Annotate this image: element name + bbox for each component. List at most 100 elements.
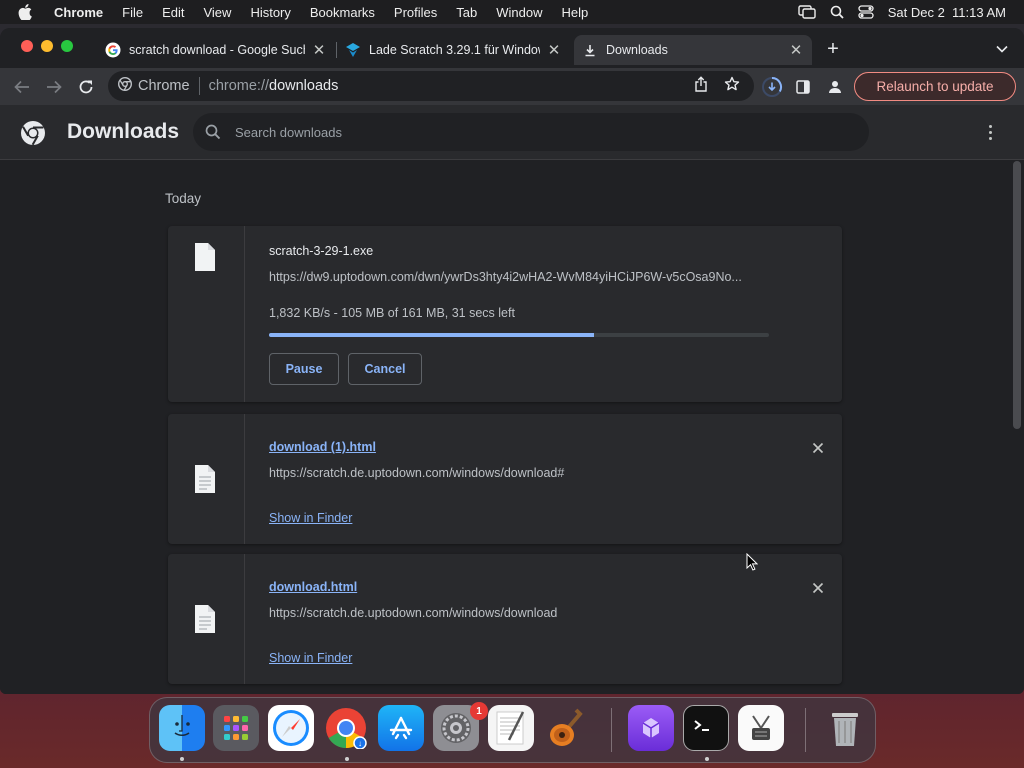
menu-bookmarks[interactable]: Bookmarks (310, 5, 375, 20)
menu-help[interactable]: Help (562, 5, 589, 20)
remove-item-close-icon[interactable] (812, 441, 826, 455)
tab-google-search[interactable]: scratch download - Google Suche ✕ (97, 35, 335, 65)
dock: ↓ 1 (149, 697, 876, 763)
menu-file[interactable]: File (122, 5, 143, 20)
tab-uptodown[interactable]: Lade Scratch 3.29.1 für Windows ✕ (337, 35, 570, 65)
menu-view[interactable]: View (203, 5, 231, 20)
file-url[interactable]: https://scratch.de.uptodown.com/windows/… (269, 606, 769, 620)
scrollbar-thumb[interactable] (1013, 161, 1021, 429)
close-tab-icon[interactable]: ✕ (311, 41, 327, 59)
pause-button[interactable]: Pause (269, 353, 339, 385)
uptodown-icon (345, 42, 361, 58)
close-tab-icon[interactable]: ✕ (546, 41, 562, 59)
running-indicator (345, 757, 349, 761)
tab-search-chevron-icon[interactable] (990, 37, 1014, 61)
screen-mirroring-icon[interactable] (798, 5, 816, 19)
menu-window[interactable]: Window (496, 5, 542, 20)
svg-text:↓: ↓ (358, 739, 362, 748)
bookmark-star-icon[interactable] (724, 76, 740, 96)
omnibox-divider (198, 77, 200, 95)
show-in-finder-link[interactable]: Show in Finder (269, 651, 352, 665)
menu-profiles[interactable]: Profiles (394, 5, 437, 20)
window-controls (21, 40, 73, 52)
tab-strip: scratch download - Google Suche ✕ Lade S… (0, 28, 1024, 68)
archive-utility-icon[interactable] (738, 705, 784, 751)
dock-divider (805, 708, 806, 752)
html-file-icon (193, 464, 217, 499)
terminal-icon[interactable] (683, 705, 729, 751)
downloads-header: Downloads (0, 105, 1024, 160)
menubar-clock[interactable]: Sat Dec 2 11:13 AM (888, 5, 1006, 20)
downloads-list[interactable]: Today scratch-3-29-1.exe https://dw9.upt… (0, 160, 1024, 694)
file-url[interactable]: https://scratch.de.uptodown.com/windows/… (269, 466, 769, 480)
chrome-icon (117, 76, 133, 95)
file-icon (193, 242, 217, 277)
download-icon (582, 42, 598, 58)
running-indicator (705, 757, 709, 761)
running-indicator (180, 757, 184, 761)
tab-downloads[interactable]: Downloads ✕ (574, 35, 812, 65)
show-in-finder-link[interactable]: Show in Finder (269, 511, 352, 525)
toolbar: Chrome chrome://downloads Relaunch to up… (0, 68, 1024, 105)
forward-arrow-icon[interactable] (41, 74, 67, 100)
close-tab-icon[interactable]: ✕ (788, 41, 804, 59)
file-name-link[interactable]: download.html (269, 580, 357, 594)
share-icon[interactable] (694, 76, 708, 96)
menu-edit[interactable]: Edit (162, 5, 184, 20)
file-name-link[interactable]: download (1).html (269, 440, 376, 454)
chrome-icon[interactable]: ↓ (323, 705, 369, 751)
tab-label: scratch download - Google Suche (129, 43, 305, 57)
profile-avatar-icon[interactable] (822, 74, 848, 100)
search-icon (205, 124, 221, 140)
chrome-menu-icon[interactable] (1005, 74, 1019, 100)
url-host: downloads (269, 78, 339, 94)
html-file-icon (193, 604, 217, 639)
site-chip[interactable]: Chrome (117, 76, 190, 95)
more-options-icon[interactable] (980, 122, 1000, 142)
file-url[interactable]: https://dw9.uptodown.com/dwn/ywrDs3hty4i… (269, 270, 769, 284)
minimize-window-button[interactable] (41, 40, 53, 52)
spotlight-search-icon[interactable] (830, 5, 844, 19)
mouse-pointer-icon (746, 552, 759, 576)
download-progress-bar (269, 333, 769, 337)
side-panel-icon[interactable] (790, 74, 816, 100)
site-chip-label: Chrome (138, 78, 190, 94)
podcast-capture-icon[interactable] (628, 705, 674, 751)
textedit-icon[interactable] (488, 705, 534, 751)
new-tab-button[interactable]: + (821, 37, 845, 61)
control-center-icon[interactable] (858, 5, 874, 19)
cancel-button[interactable]: Cancel (348, 353, 422, 385)
url-text[interactable]: chrome://downloads (209, 78, 339, 94)
search-input[interactable] (235, 124, 835, 140)
notification-badge: 1 (470, 702, 488, 720)
launchpad-icon[interactable] (213, 705, 259, 751)
file-icon-column (168, 226, 245, 402)
zoom-window-button[interactable] (61, 40, 73, 52)
reload-icon[interactable] (73, 74, 99, 100)
tab-label: Downloads (606, 43, 668, 57)
app-store-icon[interactable] (378, 705, 424, 751)
download-progress-icon[interactable] (759, 74, 785, 100)
safari-icon[interactable] (268, 705, 314, 751)
apple-icon[interactable] (18, 4, 36, 20)
file-icon-column (168, 554, 245, 684)
dock-divider (611, 708, 612, 752)
search-downloads-box[interactable] (193, 113, 869, 151)
url-scheme: chrome:// (208, 78, 270, 94)
chrome-logo-icon (20, 120, 46, 151)
menu-app-name[interactable]: Chrome (54, 5, 103, 20)
menu-tab[interactable]: Tab (456, 5, 477, 20)
address-bar[interactable]: Chrome chrome://downloads (108, 71, 754, 101)
download-item: download (1).html https://scratch.de.upt… (168, 414, 842, 544)
garageband-icon[interactable] (543, 705, 589, 751)
date-section-label: Today (165, 191, 202, 206)
relaunch-to-update-button[interactable]: Relaunch to update (854, 72, 1016, 101)
progress-fill (269, 333, 594, 337)
trash-icon[interactable] (822, 705, 868, 751)
remove-item-close-icon[interactable] (812, 581, 826, 595)
finder-icon[interactable] (159, 705, 205, 751)
close-window-button[interactable] (21, 40, 33, 52)
page-title: Downloads (67, 120, 180, 143)
back-arrow-icon[interactable] (9, 74, 35, 100)
menu-history[interactable]: History (250, 5, 290, 20)
